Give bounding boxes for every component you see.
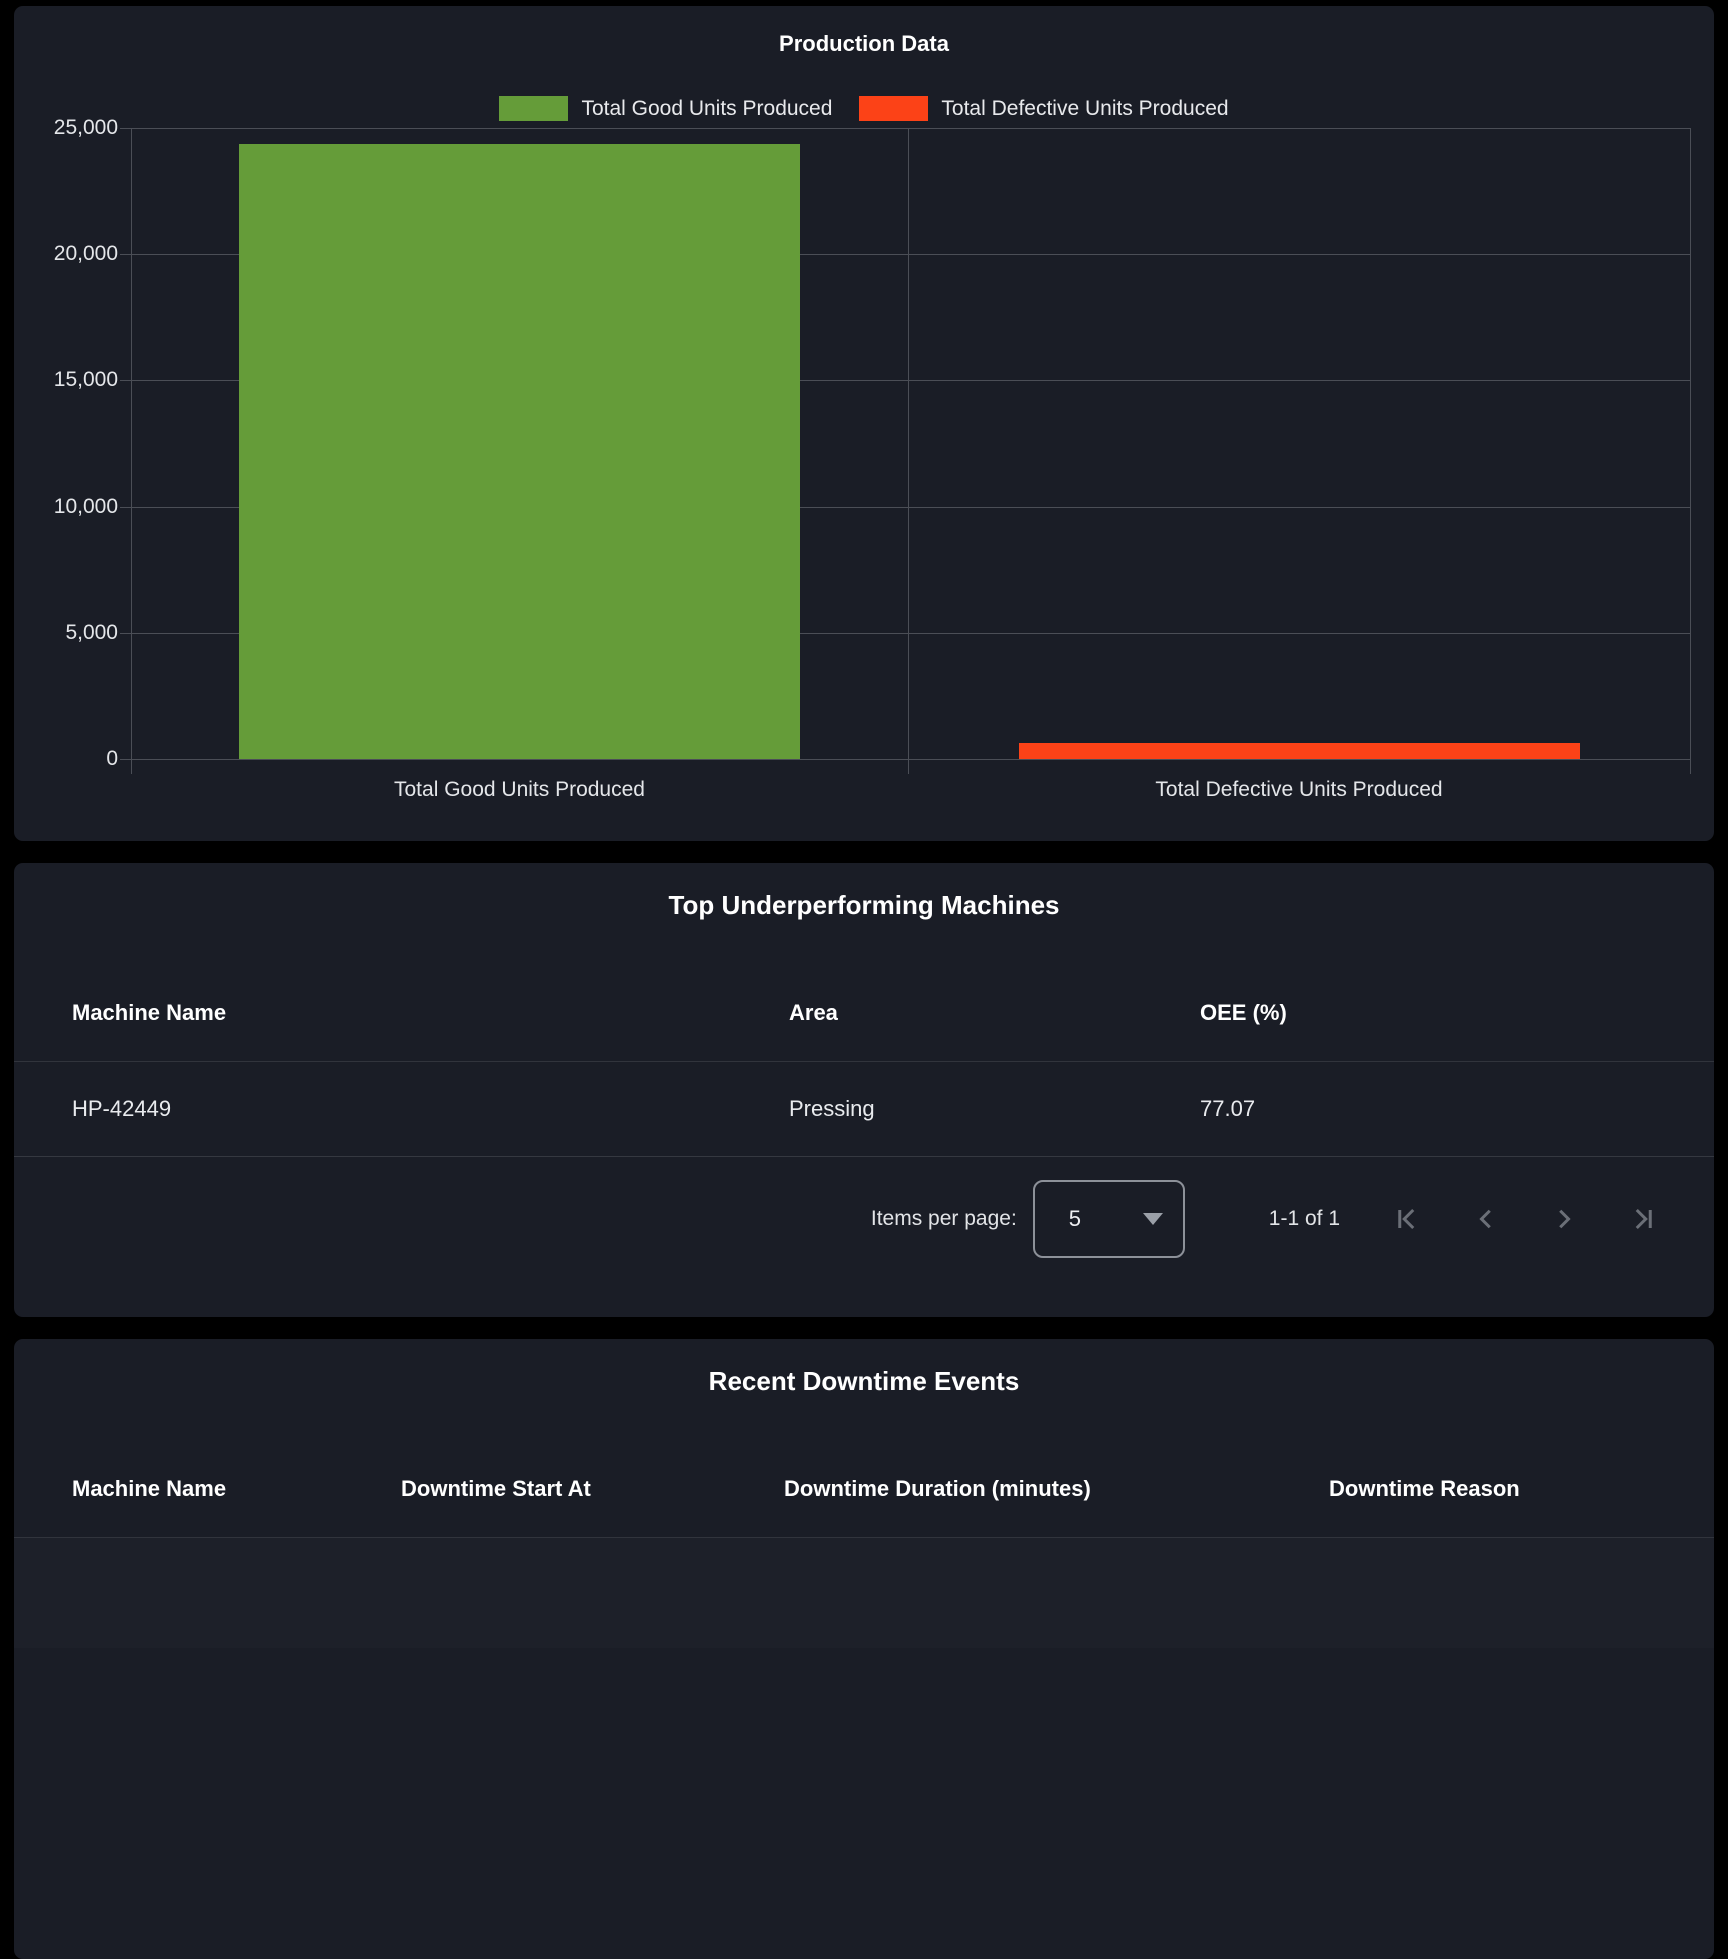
next-page-button[interactable] [1540,1195,1588,1243]
downtime-events-card: Recent Downtime Events Machine Name Down… [14,1339,1714,1959]
column-header-area: Area [789,1000,1200,1026]
chevron-left-icon [1468,1201,1504,1237]
column-header-oee: OEE (%) [1200,1000,1714,1026]
dashboard-page: { "chart_data": { "type": "bar", "title"… [0,0,1728,1568]
previous-page-button[interactable] [1462,1195,1510,1243]
column-header-machine-name: Machine Name [14,1000,789,1026]
y-axis-tick-label: 20,000 [14,241,118,267]
dropdown-arrow-icon [1143,1213,1163,1225]
y-axis-tick-label: 15,000 [14,367,118,393]
x-axis-category-label: Total Good Units Produced [220,778,820,802]
table-cell: HP-42449 [14,1096,789,1122]
grid-line [120,759,1690,760]
empty-row-area [14,1538,1714,1648]
bar-defective-units[interactable] [1019,743,1580,759]
downtime-events-title: Recent Downtime Events [14,1339,1714,1397]
axis-line [1690,128,1691,774]
items-per-page-label: Items per page: [871,1207,1017,1231]
column-header-downtime-start: Downtime Start At [401,1476,784,1502]
column-header-downtime-duration: Downtime Duration (minutes) [784,1476,1329,1502]
column-header-downtime-reason: Downtime Reason [1329,1476,1714,1502]
table-cell: Pressing [789,1096,1200,1122]
underperforming-machines-title: Top Underperforming Machines [14,863,1714,921]
last-page-icon [1624,1201,1660,1237]
column-header-machine-name: Machine Name [14,1476,401,1502]
grid-line [120,128,1690,129]
table-body: HP-42449Pressing77.07 [14,1062,1714,1157]
axis-line [908,128,909,774]
chart-plot-area: 0 5,000 10,000 15,000 20,000 25,000 Total Good… [14,6,1714,841]
table-row: HP-42449Pressing77.07 [14,1062,1714,1157]
y-axis-tick-label: 10,000 [14,494,118,520]
chevron-right-icon [1546,1201,1582,1237]
y-axis-tick-label: 0 [14,746,118,772]
production-chart-card: Production Data Total Good Units Produce… [14,6,1714,841]
underperforming-machines-card: Top Underperforming Machines Machine Nam… [14,863,1714,1317]
y-axis-tick-label: 25,000 [14,115,118,141]
page-range-label: 1-1 of 1 [1269,1207,1340,1231]
axis-line [131,128,132,774]
last-page-button[interactable] [1618,1195,1666,1243]
first-page-button[interactable] [1384,1195,1432,1243]
y-axis-tick-label: 5,000 [14,620,118,646]
first-page-icon [1390,1201,1426,1237]
page-size-value: 5 [1069,1206,1081,1232]
table-cell: 77.07 [1200,1096,1714,1122]
items-per-page-select[interactable]: 5 [1033,1180,1185,1258]
x-axis-category-label: Total Defective Units Produced [999,778,1599,802]
table-header-row: Machine Name Area OEE (%) [14,965,1714,1062]
table-header-row: Machine Name Downtime Start At Downtime … [14,1441,1714,1538]
bar-good-units[interactable] [239,144,800,759]
paginator: Items per page: 5 1-1 of 1 [14,1159,1714,1279]
